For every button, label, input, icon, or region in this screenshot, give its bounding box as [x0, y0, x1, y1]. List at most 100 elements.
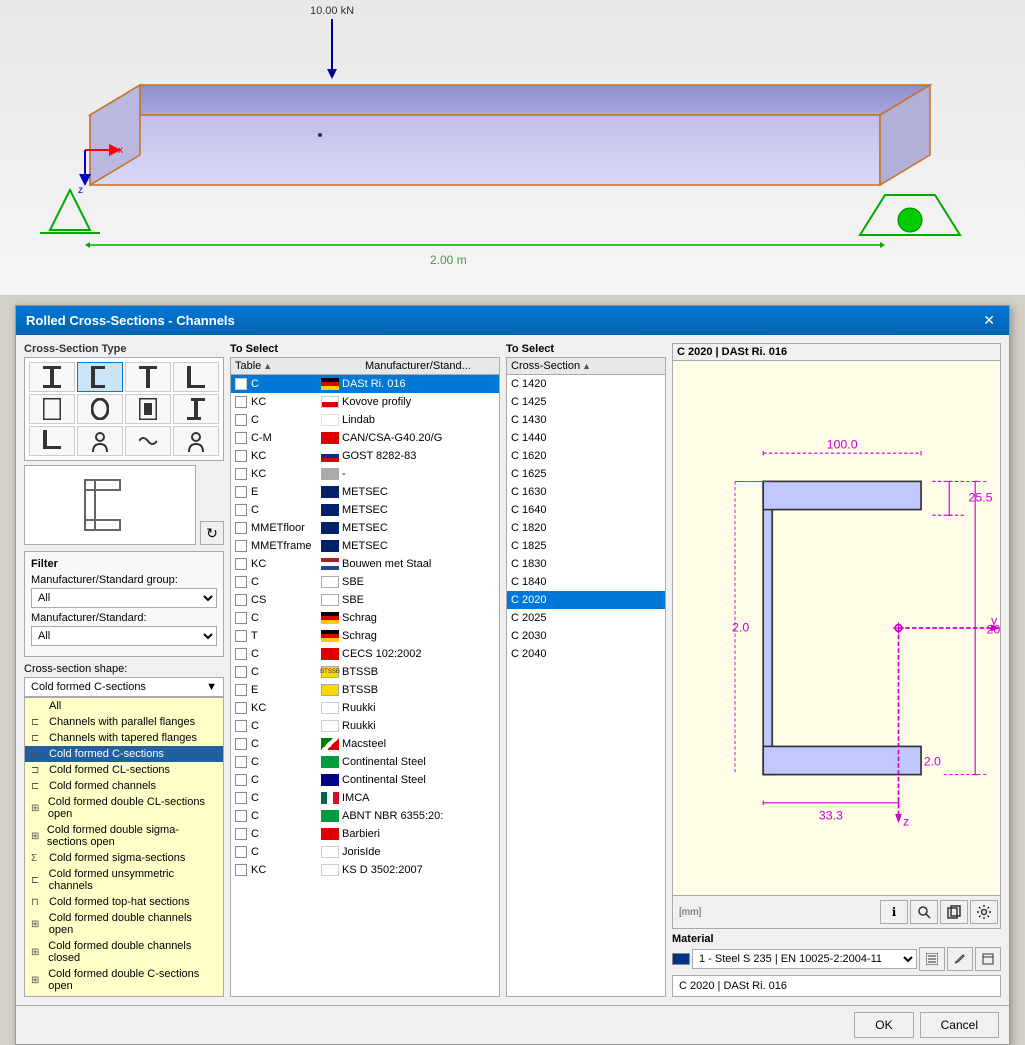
cs-shape-item-cl[interactable]: ⊐Cold formed CL-sections — [25, 762, 223, 778]
section-row-5[interactable]: C 1625 — [507, 465, 665, 483]
row-manufacturer-6: METSEC — [342, 486, 388, 498]
zoom-button[interactable] — [910, 900, 938, 924]
row-checkbox-4 — [235, 450, 247, 462]
cs-shape-item-dc-open[interactable]: ⊞Cold formed double channels open — [25, 910, 223, 938]
manufacturer-group-select[interactable]: All — [31, 588, 217, 608]
table-row-24[interactable]: C ABNT NBR 6355:20: — [231, 807, 499, 825]
table-row-9[interactable]: MMETframe METSEC — [231, 537, 499, 555]
manufacturer-select[interactable]: All — [31, 626, 217, 646]
table-row-2[interactable]: C Lindab — [231, 411, 499, 429]
material-edit-button[interactable] — [947, 947, 973, 971]
section-row-4[interactable]: C 1620 — [507, 447, 665, 465]
section-row-7[interactable]: C 1640 — [507, 501, 665, 519]
table-row-11[interactable]: C SBE — [231, 573, 499, 591]
ok-button[interactable]: OK — [854, 1012, 913, 1038]
cancel-button[interactable]: Cancel — [920, 1012, 999, 1038]
table-row-8[interactable]: MMETfloor METSEC — [231, 519, 499, 537]
cs-type-hollow-rect[interactable] — [125, 394, 171, 424]
table-col2: Manufacturer/Stand... — [365, 360, 495, 372]
table-row-20[interactable]: C Macsteel — [231, 735, 499, 753]
material-list-button[interactable] — [919, 947, 945, 971]
section-row-11[interactable]: C 1840 — [507, 573, 665, 591]
section-row-2[interactable]: C 1430 — [507, 411, 665, 429]
rotate-button[interactable]: ↻ — [200, 521, 224, 545]
cs-shape-item-unsym[interactable]: ⊏Cold formed unsymmetric channels — [25, 866, 223, 894]
section-row-9[interactable]: C 1825 — [507, 537, 665, 555]
cs-shape-item-dcs-closed[interactable]: ⊞Cold formed double C-sections closed — [25, 994, 223, 997]
cs-type-L[interactable] — [173, 362, 219, 392]
cs-shape-item-parallel[interactable]: ⊏Channels with parallel flanges — [25, 714, 223, 730]
cs-shape-item-dcl-open[interactable]: ⊞Cold formed double CL-sections open — [25, 794, 223, 822]
table-row-10[interactable]: KC Bouwen met Staal — [231, 555, 499, 573]
material-select[interactable]: 1 - Steel S 235 | EN 10025-2:2004-11 — [692, 949, 917, 969]
cs-type-wave[interactable] — [125, 426, 171, 456]
cs-shape-item-cold-c[interactable]: ⊏Cold formed C-sections — [25, 746, 223, 762]
cs-shape-item-dsigma-open[interactable]: ⊞Cold formed double sigma-sections open — [25, 822, 223, 850]
table-row-7[interactable]: C METSEC — [231, 501, 499, 519]
info-button[interactable]: ℹ — [880, 900, 908, 924]
section-list-body[interactable]: C 1420 C 1425 C 1430 C 1440 C 1620 C 162… — [506, 374, 666, 997]
table-row-0[interactable]: C DASt Ri. 016 — [231, 375, 499, 393]
cs-shape-item-channels[interactable]: ⊏Cold formed channels — [25, 778, 223, 794]
cs-shape-item-dcs-open[interactable]: ⊞Cold formed double C-sections open — [25, 966, 223, 994]
table-row-23[interactable]: C IMCA — [231, 789, 499, 807]
row-table-26: C — [251, 846, 321, 858]
row-flag-4 — [321, 450, 339, 462]
section-row-14[interactable]: C 2030 — [507, 627, 665, 645]
table-row-27[interactable]: KC KS D 3502:2007 — [231, 861, 499, 879]
section-row-3[interactable]: C 1440 — [507, 429, 665, 447]
svg-text:2.0: 2.0 — [924, 755, 941, 769]
table-row-17[interactable]: E BTSSB — [231, 681, 499, 699]
cs-type-Z[interactable] — [173, 394, 219, 424]
section-row-6[interactable]: C 1630 — [507, 483, 665, 501]
table-row-21[interactable]: C Continental Steel — [231, 753, 499, 771]
table-row-6[interactable]: E METSEC — [231, 483, 499, 501]
cs-shape-item-tapered[interactable]: ⊏Channels with tapered flanges — [25, 730, 223, 746]
table-row-13[interactable]: C Schrag — [231, 609, 499, 627]
section-row-8[interactable]: C 1820 — [507, 519, 665, 537]
table-row-3[interactable]: C-M CAN/CSA-G40.20/G — [231, 429, 499, 447]
table-row-16[interactable]: C BTSSB BTSSB — [231, 663, 499, 681]
section-row-10[interactable]: C 1830 — [507, 555, 665, 573]
table-row-12[interactable]: CS SBE — [231, 591, 499, 609]
table-row-4[interactable]: KC GOST 8282-83 — [231, 447, 499, 465]
table-row-26[interactable]: C JorisIde — [231, 843, 499, 861]
cs-shape-item-tophat[interactable]: ⊓Cold formed top-hat sections — [25, 894, 223, 910]
cs-type-I[interactable] — [29, 362, 75, 392]
table-row-14[interactable]: T Schrag — [231, 627, 499, 645]
cs-type-rect[interactable] — [29, 394, 75, 424]
chevron-down-icon: ▼ — [206, 681, 217, 693]
cs-shape-item-dc-closed[interactable]: ⊞Cold formed double channels closed — [25, 938, 223, 966]
cs-shape-item-all[interactable]: All — [25, 698, 223, 714]
cs-type-label: Cross-Section Type — [24, 343, 224, 355]
table-row-1[interactable]: KC Kovove profily — [231, 393, 499, 411]
close-button[interactable]: ✕ — [979, 312, 999, 329]
section-row-13[interactable]: C 2025 — [507, 609, 665, 627]
table-row-25[interactable]: C Barbieri — [231, 825, 499, 843]
cs-shape-item-sigma[interactable]: ΣCold formed sigma-sections — [25, 850, 223, 866]
table-row-18[interactable]: KC Ruukki — [231, 699, 499, 717]
table-row-15[interactable]: C CECS 102:2002 — [231, 645, 499, 663]
cs-type-C[interactable] — [77, 362, 123, 392]
cs-type-circle[interactable] — [77, 394, 123, 424]
cs-type-user[interactable] — [77, 426, 123, 456]
section-row-15[interactable]: C 2040 — [507, 645, 665, 663]
table-row-19[interactable]: C Ruukki — [231, 717, 499, 735]
material-section: Material 1 - Steel S 235 | EN 10025-2:20… — [672, 933, 1001, 971]
row-table-7: C — [251, 504, 321, 516]
settings-button[interactable] — [970, 900, 998, 924]
table-row-5[interactable]: KC - — [231, 465, 499, 483]
section-row-12[interactable]: C 2020 — [507, 591, 665, 609]
row-table-11: C — [251, 576, 321, 588]
cs-type-angle[interactable] — [29, 426, 75, 456]
section-row-1[interactable]: C 1425 — [507, 393, 665, 411]
table-list-body[interactable]: C DASt Ri. 016 KC Kovove profily C — [230, 374, 500, 997]
cs-type-T[interactable] — [125, 362, 171, 392]
material-settings-button[interactable] — [975, 947, 1001, 971]
copy-button[interactable] — [940, 900, 968, 924]
cs-type-user2[interactable] — [173, 426, 219, 456]
table-row-22[interactable]: C Continental Steel — [231, 771, 499, 789]
row-table-5: KC — [251, 468, 321, 480]
section-row-0[interactable]: C 1420 — [507, 375, 665, 393]
cs-shape-button[interactable]: Cold formed C-sections ▼ — [24, 677, 224, 697]
